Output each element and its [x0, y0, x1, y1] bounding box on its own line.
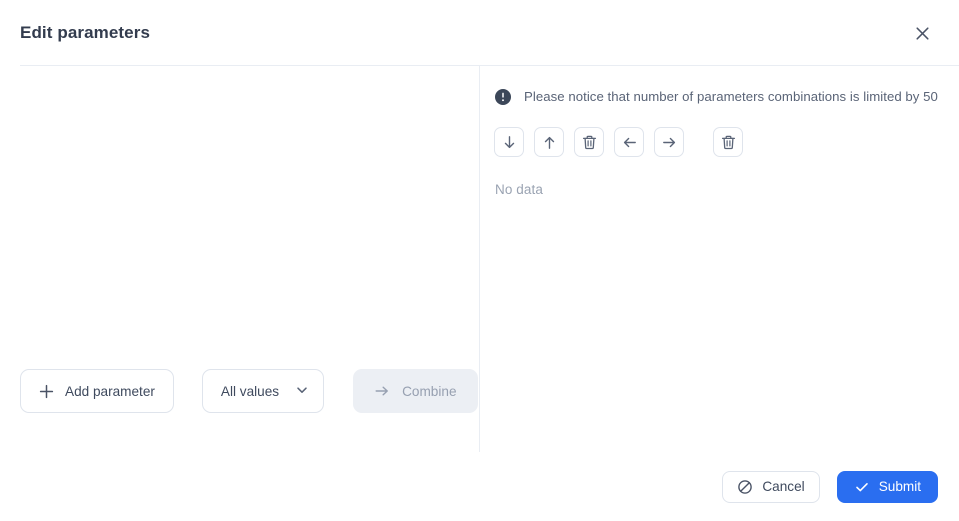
arrow-down-icon	[501, 134, 518, 151]
notice: Please notice that number of parameters …	[493, 88, 939, 106]
dialog-footer: Cancel Submit	[0, 452, 959, 521]
trash-icon	[720, 134, 737, 151]
combinations-toolbar	[493, 127, 939, 157]
submit-label: Submit	[878, 479, 921, 494]
submit-button[interactable]: Submit	[836, 470, 938, 503]
arrow-up-icon	[541, 134, 558, 151]
move-down-button[interactable]	[494, 127, 524, 157]
combine-button[interactable]: Combine	[353, 369, 478, 413]
arrow-left-icon	[621, 134, 638, 151]
values-select-value: All values	[220, 383, 280, 399]
add-parameter-button[interactable]: Add parameter	[20, 369, 174, 413]
parameters-controls: Add parameter All values Combine	[0, 369, 480, 452]
edit-parameters-dialog: Edit parameters Add parameter All values…	[0, 0, 959, 521]
dialog-header: Edit parameters	[0, 0, 959, 66]
arrow-right-icon	[661, 134, 678, 151]
trash-icon	[581, 134, 598, 151]
empty-state-text: No data	[495, 182, 543, 197]
check-icon	[854, 479, 870, 495]
delete-column-button[interactable]	[713, 127, 743, 157]
close-icon	[915, 26, 930, 41]
ban-icon	[737, 479, 753, 495]
move-right-button[interactable]	[654, 127, 684, 157]
cancel-label: Cancel	[762, 479, 805, 494]
move-left-button[interactable]	[614, 127, 644, 157]
move-up-button[interactable]	[534, 127, 564, 157]
notice-text: Please notice that number of parameters …	[524, 89, 938, 104]
combinations-pane: Please notice that number of parameters …	[480, 66, 959, 452]
combine-label: Combine	[402, 383, 457, 399]
close-button[interactable]	[907, 18, 937, 48]
plus-icon	[39, 384, 54, 399]
parameters-pane: Add parameter All values Combine	[0, 66, 480, 452]
values-select[interactable]: All values	[201, 369, 325, 413]
dialog-body: Add parameter All values Combine Please …	[0, 66, 959, 452]
chevron-down-icon	[295, 383, 309, 400]
add-parameter-label: Add parameter	[65, 383, 155, 399]
arrow-right-icon	[374, 383, 390, 399]
cancel-button[interactable]: Cancel	[722, 470, 820, 503]
delete-row-button[interactable]	[574, 127, 604, 157]
exclamation-circle-icon	[495, 89, 511, 105]
page-title: Edit parameters	[20, 23, 150, 42]
